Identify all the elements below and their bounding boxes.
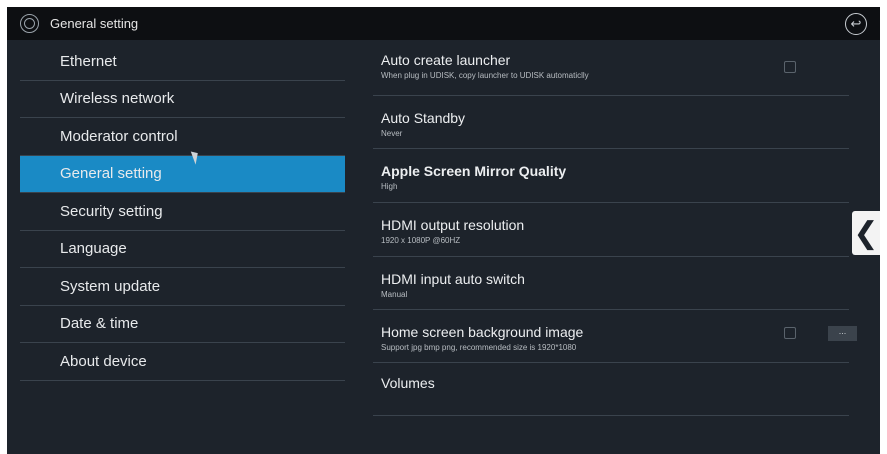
sidebar-item-ethernet[interactable]: Ethernet <box>20 43 345 81</box>
sidebar-item-about-device[interactable]: About device <box>20 343 345 381</box>
sidebar-item-label: Wireless network <box>60 90 175 108</box>
back-button[interactable]: ↩ <box>845 13 867 35</box>
setting-auto-create-launcher[interactable]: Auto create launcher When plug in UDISK,… <box>373 43 849 96</box>
setting-title: HDMI output resolution <box>381 217 525 233</box>
setting-subtitle: Support jpg bmp png, recommended size is… <box>381 343 577 352</box>
setting-subtitle: Manual <box>381 290 408 299</box>
sidebar-item-label: Language <box>60 240 127 258</box>
sidebar-item-label: Ethernet <box>60 52 117 70</box>
sidebar-item-label: About device <box>60 352 147 370</box>
setting-title: Apple Screen Mirror Quality <box>381 163 567 179</box>
settings-list: Auto create launcher When plug in UDISK,… <box>373 43 857 416</box>
sidebar-item-label: System update <box>60 277 161 295</box>
page-title: General setting <box>50 16 139 31</box>
background-image-checkbox[interactable] <box>784 327 796 339</box>
back-arrow-icon: ↩ <box>850 16 862 31</box>
sidebar-item-label: Moderator control <box>60 127 178 145</box>
setting-hdmi-input-auto-switch[interactable]: HDMI input auto switch Manual <box>373 257 849 310</box>
setting-title: HDMI input auto switch <box>381 271 525 287</box>
setting-subtitle: High <box>381 182 398 191</box>
setting-title: Volumes <box>381 375 435 391</box>
setting-apple-screen-mirror-quality[interactable]: Apple Screen Mirror Quality High <box>373 149 849 203</box>
settings-sidebar: Ethernet Wireless network Moderator cont… <box>20 43 345 381</box>
setting-title: Auto create launcher <box>381 52 511 68</box>
setting-subtitle: When plug in UDISK, copy launcher to UDI… <box>381 71 589 80</box>
settings-screen: General setting ↩ Ethernet Wireless netw… <box>7 7 880 454</box>
setting-auto-standby[interactable]: Auto Standby Never <box>373 96 849 149</box>
browse-image-button[interactable]: ... <box>828 326 857 341</box>
sidebar-item-label: Date & time <box>60 315 139 333</box>
gear-icon <box>20 14 39 33</box>
sidebar-item-wireless-network[interactable]: Wireless network <box>20 81 345 118</box>
setting-volumes[interactable]: Volumes <box>373 363 849 416</box>
setting-hdmi-output-resolution[interactable]: HDMI output resolution 1920 x 1080P @60H… <box>373 203 849 257</box>
setting-title: Auto Standby <box>381 110 466 126</box>
setting-subtitle: 1920 x 1080P @60HZ <box>381 236 461 245</box>
auto-create-launcher-checkbox[interactable] <box>784 61 796 73</box>
sidebar-item-system-update[interactable]: System update <box>20 268 345 306</box>
setting-subtitle: Never <box>381 129 403 138</box>
sidebar-item-general-setting[interactable]: General setting <box>20 155 345 193</box>
sidebar-item-language[interactable]: Language <box>20 231 345 268</box>
title-bar: General setting ↩ <box>7 7 880 40</box>
sidebar-item-label: General setting <box>60 165 162 183</box>
sidebar-item-date-time[interactable]: Date & time <box>20 306 345 343</box>
sidebar-item-security-setting[interactable]: Security setting <box>20 193 345 231</box>
setting-title: Home screen background image <box>381 324 584 340</box>
chevron-left-icon: ❮ <box>853 216 879 250</box>
side-drawer-handle[interactable]: ❮ <box>852 211 880 255</box>
sidebar-item-label: Security setting <box>60 202 163 220</box>
setting-home-screen-background-image[interactable]: Home screen background image Support jpg… <box>373 310 857 363</box>
sidebar-item-moderator-control[interactable]: Moderator control <box>20 118 345 156</box>
